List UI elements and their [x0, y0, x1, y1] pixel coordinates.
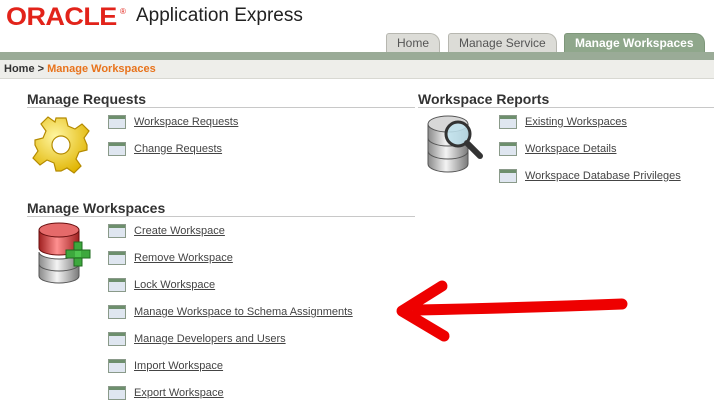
- link-manage-workspace-schema-assignments[interactable]: Manage Workspace to Schema Assignments: [134, 306, 353, 318]
- section-rule: [418, 107, 714, 108]
- page-icon: [108, 332, 126, 346]
- database-search-icon: [427, 115, 483, 173]
- link-manage-developers-users[interactable]: Manage Developers and Users: [134, 333, 286, 345]
- list-item: Manage Developers and Users: [108, 330, 286, 348]
- link-workspace-requests[interactable]: Workspace Requests: [134, 116, 238, 128]
- section-title-workspace-reports: Workspace Reports: [418, 91, 550, 107]
- list-item: Manage Workspace to Schema Assignments: [108, 303, 353, 321]
- link-change-requests[interactable]: Change Requests: [134, 143, 222, 155]
- gear-icon: [32, 116, 90, 174]
- list-item: Change Requests: [108, 140, 222, 158]
- section-title-manage-requests: Manage Requests: [27, 91, 147, 107]
- link-existing-workspaces[interactable]: Existing Workspaces: [525, 116, 627, 128]
- page-icon: [499, 115, 517, 129]
- list-item: Workspace Requests: [108, 113, 238, 131]
- page-icon: [108, 224, 126, 238]
- link-lock-workspace[interactable]: Lock Workspace: [134, 279, 215, 291]
- list-item: Lock Workspace: [108, 276, 215, 294]
- list-item: Remove Workspace: [108, 249, 233, 267]
- page-icon: [108, 142, 126, 156]
- page-icon: [108, 359, 126, 373]
- page-icon: [108, 115, 126, 129]
- list-item: Import Workspace: [108, 357, 223, 375]
- section-title-manage-workspaces: Manage Workspaces: [27, 200, 166, 216]
- breadcrumb-current: Manage Workspaces: [47, 63, 156, 75]
- list-item: Workspace Database Privileges: [499, 167, 681, 185]
- trademark: ®: [120, 7, 126, 16]
- link-create-workspace[interactable]: Create Workspace: [134, 225, 225, 237]
- breadcrumb: Home > Manage Workspaces: [4, 63, 156, 75]
- list-item: Workspace Details: [499, 140, 617, 158]
- section-rule: [27, 216, 415, 217]
- page-icon: [499, 142, 517, 156]
- breadcrumb-home[interactable]: Home: [4, 63, 35, 75]
- link-workspace-database-privileges[interactable]: Workspace Database Privileges: [525, 170, 681, 182]
- link-workspace-details[interactable]: Workspace Details: [525, 143, 617, 155]
- tab-manage-service[interactable]: Manage Service: [448, 33, 557, 53]
- page-icon: [108, 251, 126, 265]
- breadcrumb-separator: >: [37, 63, 45, 75]
- page-icon: [108, 305, 126, 319]
- database-add-icon: [38, 222, 91, 284]
- tab-bar-underline: [0, 52, 714, 60]
- page-icon: [499, 169, 517, 183]
- link-export-workspace[interactable]: Export Workspace: [134, 387, 224, 399]
- list-item: Create Workspace: [108, 222, 225, 240]
- page-icon: [108, 278, 126, 292]
- list-item: Export Workspace: [108, 384, 224, 402]
- app-title: Application Express: [136, 5, 303, 26]
- oracle-logo-text: ORACLE: [6, 3, 117, 31]
- annotation-arrow-icon: [396, 280, 628, 342]
- section-rule: [27, 107, 415, 108]
- page-icon: [108, 386, 126, 400]
- list-item: Existing Workspaces: [499, 113, 627, 131]
- tab-manage-workspaces[interactable]: Manage Workspaces: [564, 33, 705, 53]
- tab-home[interactable]: Home: [386, 33, 441, 53]
- link-remove-workspace[interactable]: Remove Workspace: [134, 252, 233, 264]
- link-import-workspace[interactable]: Import Workspace: [134, 360, 223, 372]
